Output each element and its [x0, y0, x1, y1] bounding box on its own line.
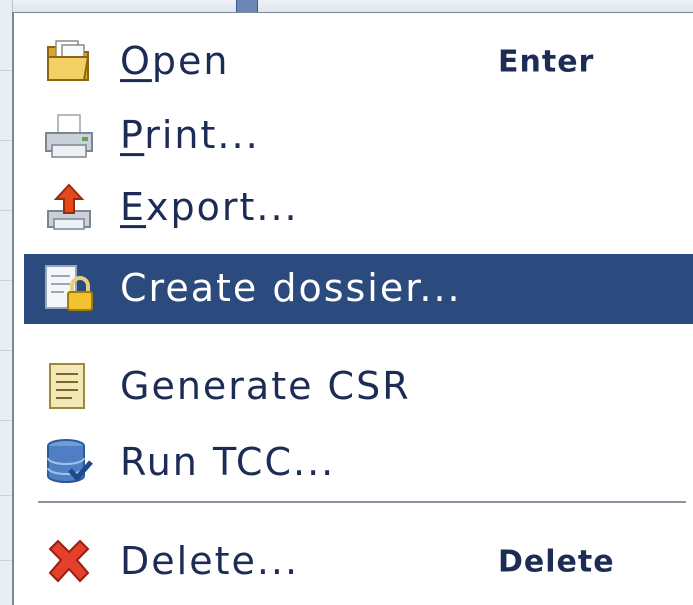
- menu-item-delete-shortcut: Delete: [498, 544, 615, 580]
- menu-item-open[interactable]: Open Enter: [24, 27, 693, 97]
- menu-item-print-label: rint...: [144, 113, 260, 158]
- context-menu: Open Enter Print... Export... Create dos…: [12, 12, 693, 605]
- export-icon: [42, 181, 96, 235]
- menu-item-generate-csr-label: Generate CSR: [120, 364, 411, 409]
- menu-item-open-shortcut: Enter: [498, 44, 595, 80]
- delete-x-icon: [42, 535, 96, 589]
- menu-separator: [38, 501, 686, 505]
- menu-item-run-tcc[interactable]: Run TCC...: [24, 428, 693, 498]
- certificate-icon: [42, 360, 96, 414]
- menu-item-print-mnemonic: P: [120, 113, 145, 158]
- menu-item-export[interactable]: Export...: [24, 173, 693, 243]
- menu-item-print[interactable]: Print...: [24, 101, 693, 171]
- menu-item-create-dossier-label: Create dossier...: [120, 266, 462, 311]
- printer-icon: [42, 109, 96, 163]
- menu-item-run-tcc-label: Run TCC...: [120, 440, 336, 485]
- menu-item-delete-label: Delete...: [120, 539, 300, 584]
- menu-item-export-mnemonic: E: [120, 185, 147, 230]
- background-scrollbar-thumb: [236, 0, 258, 12]
- menu-item-open-mnemonic: O: [120, 39, 152, 84]
- database-check-icon: [42, 436, 96, 490]
- menu-item-export-label: xport...: [146, 185, 299, 230]
- lock-document-icon: [42, 262, 96, 316]
- menu-item-open-label: pen: [151, 39, 230, 84]
- menu-item-delete[interactable]: Delete... Delete: [24, 527, 693, 597]
- menu-item-generate-csr[interactable]: Generate CSR: [24, 352, 693, 422]
- menu-item-create-dossier[interactable]: Create dossier...: [24, 254, 693, 324]
- folder-icon: [42, 35, 96, 89]
